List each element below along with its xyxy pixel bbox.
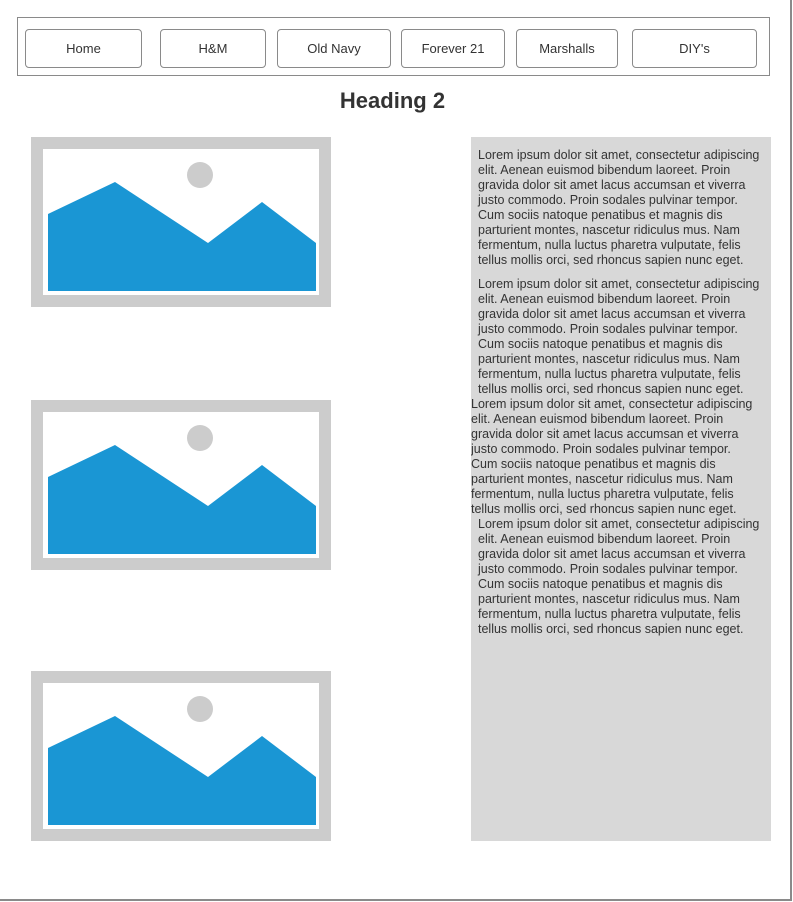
image-placeholder-icon [48, 162, 316, 291]
image-placeholder-icon [48, 425, 316, 554]
paragraph-3: Lorem ipsum dolor sit amet, consectetur … [471, 397, 753, 516]
nav-button-hm[interactable]: H&M [160, 29, 266, 68]
nav-button-marshalls[interactable]: Marshalls [516, 29, 618, 68]
paragraph-1: Lorem ipsum dolor sit amet, consectetur … [478, 148, 760, 267]
paragraph-2: Lorem ipsum dolor sit amet, consectetur … [478, 277, 760, 396]
nav-button-home[interactable]: Home [25, 29, 142, 68]
image-placeholder-icon [48, 696, 316, 825]
nav-button-forever-21[interactable]: Forever 21 [401, 29, 505, 68]
nav-button-old-navy[interactable]: Old Navy [277, 29, 391, 68]
page-title: Heading 2 [339, 88, 446, 113]
image-placeholder-1 [31, 137, 331, 307]
image-placeholder-2 [31, 400, 331, 570]
paragraph-4: Lorem ipsum dolor sit amet, consectetur … [478, 517, 760, 636]
nav-button-diys[interactable]: DIY's [632, 29, 757, 68]
image-placeholder-3 [31, 671, 331, 841]
text-panel: Lorem ipsum dolor sit amet, consectetur … [471, 137, 771, 841]
nav-bar: Home H&M Old Navy Forever 21 Marshalls D… [17, 17, 770, 76]
